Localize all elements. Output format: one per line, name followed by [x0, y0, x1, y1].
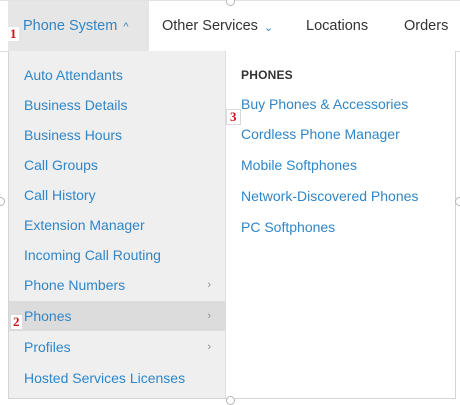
menu-item-label: Call History	[24, 187, 96, 203]
phone-system-dropdown: Auto Attendants Business Details Busines…	[8, 51, 456, 399]
submenu-column: PHONES Buy Phones & Accessories Cordless…	[226, 51, 456, 398]
submenu-item-pc-softphones[interactable]: PC Softphones	[241, 219, 335, 235]
chevron-right-icon: ›	[207, 310, 211, 322]
menu-item-extension-manager[interactable]: Extension Manager	[9, 210, 225, 240]
menu-item-label: Call Groups	[24, 157, 98, 173]
annotation-badge-2: 2	[10, 314, 22, 330]
tab-label: Phone System	[23, 18, 118, 34]
handle-knob-icon	[455, 197, 460, 206]
chevron-down-icon: ⌄	[263, 21, 274, 34]
annotation-badge-3: 3	[226, 109, 241, 125]
menu-item-label: Phones	[24, 308, 72, 324]
tab-locations[interactable]: Locations	[306, 1, 368, 51]
screenshot-frame: Phone System ^ Other Services ⌄ Location…	[0, 0, 460, 405]
tab-phone-system[interactable]: Phone System ^	[8, 1, 149, 51]
submenu-heading: PHONES	[241, 68, 293, 82]
menu-item-label: Business Hours	[24, 127, 123, 143]
tab-orders[interactable]: Orders	[404, 1, 448, 51]
menu-item-label: Auto Attendants	[24, 67, 123, 83]
menu-item-call-history[interactable]: Call History	[9, 180, 225, 210]
annotation-badge-1: 1	[8, 26, 19, 41]
menu-item-hosted-services-licenses[interactable]: Hosted Services Licenses	[9, 363, 225, 393]
submenu-item-buy-phones[interactable]: Buy Phones & Accessories	[241, 96, 408, 112]
tab-other-services[interactable]: Other Services ⌄	[162, 1, 273, 51]
chevron-right-icon: ›	[207, 279, 211, 291]
menu-item-label: Hosted Services Licenses	[24, 370, 186, 386]
menu-item-profiles[interactable]: Profiles ›	[9, 332, 225, 362]
menu-item-phone-numbers[interactable]: Phone Numbers ›	[9, 270, 225, 300]
caret-up-icon: ^	[123, 21, 129, 33]
menu-item-auto-attendants[interactable]: Auto Attendants	[9, 60, 225, 90]
menu-item-business-details[interactable]: Business Details	[9, 90, 225, 120]
handle-knob-icon	[226, 396, 235, 405]
menu-item-label: Phone Numbers	[24, 277, 126, 293]
tab-label: Other Services	[162, 18, 258, 34]
menu-item-label: Extension Manager	[24, 217, 145, 233]
submenu-item-cordless-phone-manager[interactable]: Cordless Phone Manager	[241, 126, 400, 142]
menu-item-label: Business Details	[24, 97, 128, 113]
menu-item-phones[interactable]: Phones ›	[9, 301, 225, 331]
tab-label: Locations	[306, 18, 369, 34]
menu-column: Auto Attendants Business Details Busines…	[9, 51, 226, 398]
handle-knob-icon	[0, 197, 5, 206]
chevron-right-icon: ›	[207, 341, 211, 353]
menu-item-label: Incoming Call Routing	[24, 247, 161, 263]
menu-item-incoming-call-routing[interactable]: Incoming Call Routing	[9, 240, 225, 270]
tab-label: Orders	[404, 18, 449, 34]
submenu-item-network-discovered-phones[interactable]: Network-Discovered Phones	[241, 188, 418, 204]
top-navigation: Phone System ^ Other Services ⌄ Location…	[0, 1, 460, 52]
menu-item-call-groups[interactable]: Call Groups	[9, 150, 225, 180]
submenu-item-mobile-softphones[interactable]: Mobile Softphones	[241, 157, 357, 173]
menu-item-label: Profiles	[24, 339, 71, 355]
menu-item-business-hours[interactable]: Business Hours	[9, 120, 225, 150]
